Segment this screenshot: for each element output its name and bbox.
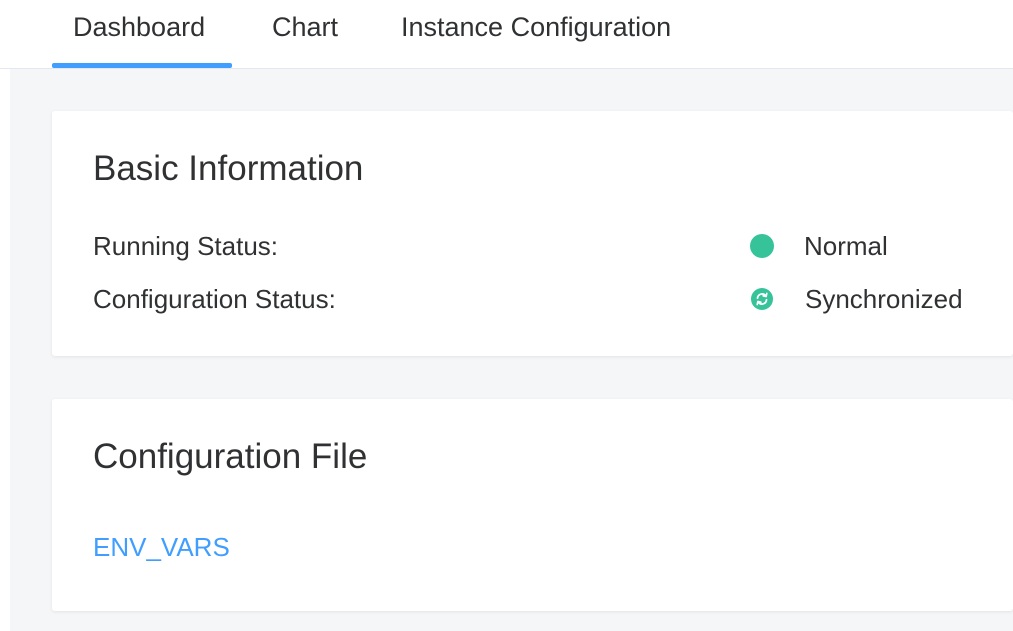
configuration-file-title: Configuration File (93, 437, 368, 476)
status-dot-icon (750, 234, 774, 258)
sync-icon (751, 288, 773, 310)
configuration-status-value: Synchronized (805, 283, 963, 314)
main-content: Basic Information Running Status: Normal… (10, 69, 1013, 631)
basic-information-title: Basic Information (93, 149, 364, 188)
configuration-status: Synchronized (750, 284, 963, 314)
tab-instance-configuration[interactable]: Instance Configuration (401, 0, 671, 68)
tab-dashboard[interactable]: Dashboard (73, 0, 205, 68)
running-status-value: Normal (804, 230, 888, 261)
configuration-file-card: Configuration File ENV_VARS (52, 399, 1013, 611)
basic-information-card: Basic Information Running Status: Normal… (52, 111, 1013, 356)
active-tab-indicator (52, 63, 232, 68)
env-vars-link[interactable]: ENV_VARS (93, 532, 230, 563)
tab-chart[interactable]: Chart (272, 0, 338, 68)
tab-bar: Dashboard Chart Instance Configuration (0, 0, 1013, 69)
configuration-status-label: Configuration Status: (93, 284, 336, 314)
running-status-label: Running Status: (93, 231, 279, 261)
running-status: Normal (750, 231, 888, 261)
